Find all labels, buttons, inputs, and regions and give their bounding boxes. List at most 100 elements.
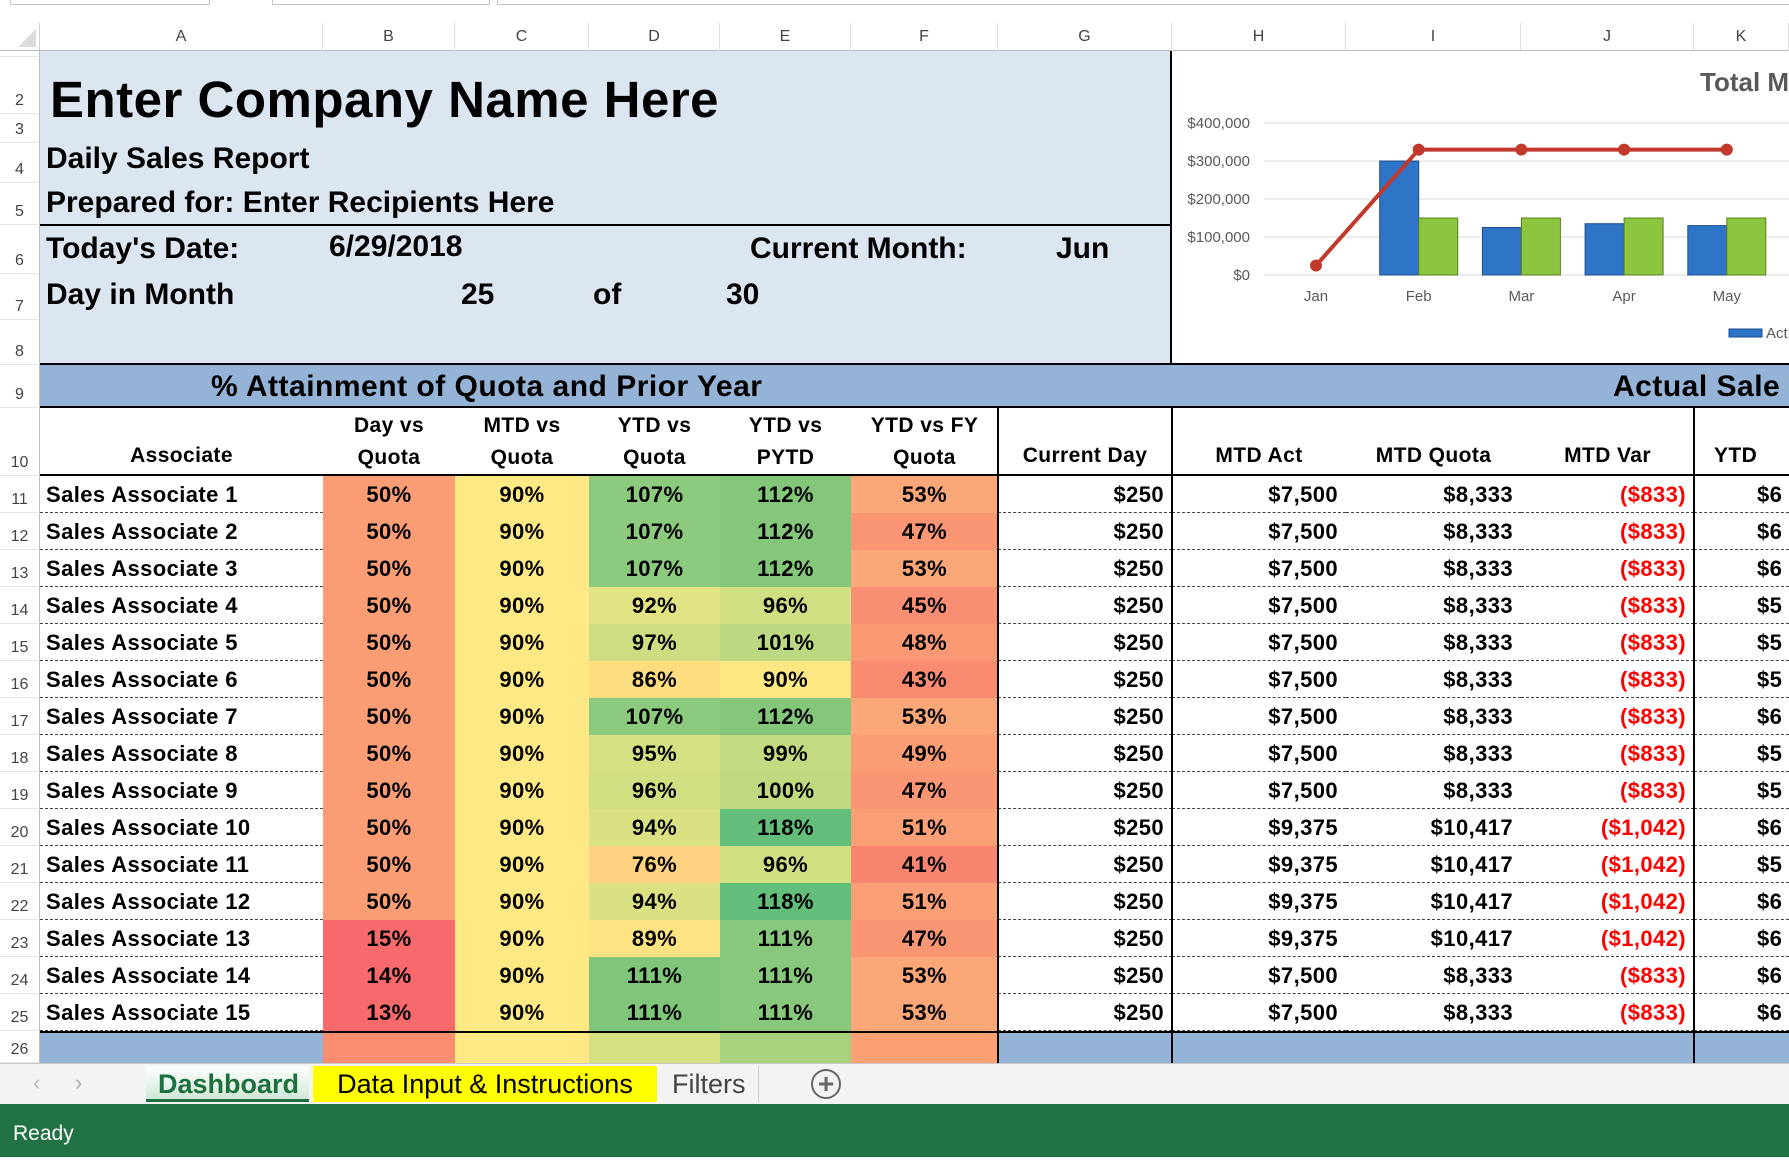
pct-cell[interactable]: 90% bbox=[455, 772, 589, 809]
column-header-e[interactable]: E bbox=[720, 23, 851, 51]
pct-cell[interactable]: 86% bbox=[589, 661, 720, 698]
pct-cell[interactable]: 50% bbox=[323, 698, 455, 735]
tab-filters[interactable]: Filters bbox=[660, 1066, 759, 1102]
column-header-k[interactable]: K bbox=[1694, 23, 1789, 51]
quota-cell[interactable]: $8,333 bbox=[1346, 994, 1521, 1031]
cur-cell[interactable]: $250 bbox=[998, 920, 1172, 957]
cur-cell[interactable]: $250 bbox=[998, 550, 1172, 587]
cur-cell[interactable]: $250 bbox=[998, 476, 1172, 513]
ytd-cell[interactable]: $6 bbox=[1694, 513, 1789, 550]
chart-area[interactable]: $0 $100,000 $200,000 $300,000 $400,000 Jan Feb… bbox=[1172, 51, 1789, 365]
act-cell[interactable]: $7,500 bbox=[1172, 957, 1346, 994]
var-cell[interactable]: ($1,042) bbox=[1521, 883, 1694, 920]
pct-cell[interactable]: 100% bbox=[720, 772, 851, 809]
quota-cell[interactable]: $8,333 bbox=[1346, 772, 1521, 809]
pct-cell[interactable]: 94% bbox=[589, 883, 720, 920]
pct-cell[interactable]: 47% bbox=[851, 920, 998, 957]
associate-name[interactable]: Sales Associate 15 bbox=[40, 994, 323, 1031]
date-value[interactable]: 6/29/2018 bbox=[329, 230, 462, 264]
act-cell[interactable]: $9,375 bbox=[1172, 846, 1346, 883]
pct-cell[interactable]: 90% bbox=[455, 661, 589, 698]
quota-cell[interactable]: $10,417 bbox=[1346, 846, 1521, 883]
pct-cell[interactable]: 53% bbox=[851, 698, 998, 735]
tab-dashboard[interactable]: Dashboard bbox=[146, 1066, 309, 1102]
row-header-6[interactable]: 6 bbox=[0, 225, 40, 274]
row-header-26[interactable]: 26 bbox=[0, 1031, 40, 1063]
pct-cell[interactable]: 50% bbox=[323, 846, 455, 883]
act-cell[interactable]: $7,500 bbox=[1172, 550, 1346, 587]
ytd-cell[interactable]: $5 bbox=[1694, 772, 1789, 809]
pct-cell[interactable]: 107% bbox=[589, 513, 720, 550]
pct-cell[interactable]: 111% bbox=[720, 994, 851, 1031]
pct-cell[interactable]: 94% bbox=[589, 809, 720, 846]
var-cell[interactable]: ($833) bbox=[1521, 772, 1694, 809]
pct-cell[interactable]: 90% bbox=[720, 661, 851, 698]
pct-cell[interactable]: 90% bbox=[455, 994, 589, 1031]
pct-cell[interactable]: 14% bbox=[323, 957, 455, 994]
act-cell[interactable]: $7,500 bbox=[1172, 587, 1346, 624]
column-header-f[interactable]: F bbox=[851, 23, 998, 51]
var-cell[interactable]: ($1,042) bbox=[1521, 846, 1694, 883]
var-cell[interactable]: ($833) bbox=[1521, 513, 1694, 550]
cur-cell[interactable]: $250 bbox=[998, 957, 1172, 994]
associate-name[interactable]: Sales Associate 9 bbox=[40, 772, 323, 809]
act-cell[interactable]: $7,500 bbox=[1172, 735, 1346, 772]
name-box[interactable] bbox=[10, 0, 210, 5]
ytd-cell[interactable]: $6 bbox=[1694, 809, 1789, 846]
pct-cell[interactable]: 50% bbox=[323, 883, 455, 920]
pct-cell[interactable]: 90% bbox=[455, 624, 589, 661]
pct-cell[interactable]: 13% bbox=[323, 994, 455, 1031]
row-header-2[interactable]: 2 bbox=[0, 57, 40, 114]
cur-cell[interactable]: $250 bbox=[998, 587, 1172, 624]
associate-name[interactable]: Sales Associate 13 bbox=[40, 920, 323, 957]
row-header-8[interactable]: 8 bbox=[0, 320, 40, 365]
column-header-d[interactable]: D bbox=[589, 23, 720, 51]
column-header-g[interactable]: G bbox=[998, 23, 1172, 51]
cur-cell[interactable]: $250 bbox=[998, 698, 1172, 735]
associate-name[interactable]: Sales Associate 6 bbox=[40, 661, 323, 698]
pct-cell[interactable]: 51% bbox=[851, 809, 998, 846]
associate-name[interactable]: Sales Associate 3 bbox=[40, 550, 323, 587]
formula-input-box[interactable] bbox=[272, 0, 490, 5]
act-cell[interactable]: $7,500 bbox=[1172, 624, 1346, 661]
pct-cell[interactable]: 90% bbox=[455, 476, 589, 513]
quota-cell[interactable]: $8,333 bbox=[1346, 476, 1521, 513]
pct-cell[interactable]: 92% bbox=[589, 587, 720, 624]
pct-cell[interactable]: 51% bbox=[851, 883, 998, 920]
associate-name[interactable]: Sales Associate 5 bbox=[40, 624, 323, 661]
column-header-b[interactable]: B bbox=[323, 23, 455, 51]
cur-cell[interactable]: $250 bbox=[998, 513, 1172, 550]
pct-cell[interactable]: 45% bbox=[851, 587, 998, 624]
pct-cell[interactable]: 41% bbox=[851, 846, 998, 883]
tab-data-input[interactable]: Data Input & Instructions bbox=[313, 1066, 657, 1102]
associate-name[interactable]: Sales Associate 10 bbox=[40, 809, 323, 846]
cur-cell[interactable]: $250 bbox=[998, 735, 1172, 772]
pct-cell[interactable]: 15% bbox=[323, 920, 455, 957]
column-header-j[interactable]: J bbox=[1521, 23, 1694, 51]
ytd-cell[interactable]: $5 bbox=[1694, 624, 1789, 661]
column-header-a[interactable]: A bbox=[40, 23, 323, 51]
quota-cell[interactable]: $8,333 bbox=[1346, 587, 1521, 624]
quota-cell[interactable]: $10,417 bbox=[1346, 809, 1521, 846]
scroll-left-icon[interactable]: ‹ bbox=[33, 1070, 40, 1096]
pct-cell[interactable]: 118% bbox=[720, 809, 851, 846]
associate-name[interactable]: Sales Associate 2 bbox=[40, 513, 323, 550]
var-cell[interactable]: ($833) bbox=[1521, 550, 1694, 587]
quota-cell[interactable]: $8,333 bbox=[1346, 735, 1521, 772]
pct-cell[interactable]: 50% bbox=[323, 513, 455, 550]
associate-name[interactable]: Sales Associate 11 bbox=[40, 846, 323, 883]
ytd-cell[interactable]: $5 bbox=[1694, 846, 1789, 883]
pct-cell[interactable]: 101% bbox=[720, 624, 851, 661]
month-value[interactable]: Jun bbox=[1056, 232, 1109, 266]
pct-cell[interactable]: 107% bbox=[589, 476, 720, 513]
pct-cell[interactable]: 90% bbox=[455, 957, 589, 994]
pct-cell[interactable]: 112% bbox=[720, 550, 851, 587]
ytd-cell[interactable]: $6 bbox=[1694, 476, 1789, 513]
pct-cell[interactable]: 90% bbox=[455, 883, 589, 920]
row-header-10[interactable]: 10 bbox=[0, 408, 40, 476]
var-cell[interactable]: ($833) bbox=[1521, 735, 1694, 772]
quota-cell[interactable]: $8,333 bbox=[1346, 957, 1521, 994]
pct-cell[interactable]: 53% bbox=[851, 550, 998, 587]
quota-cell[interactable]: $8,333 bbox=[1346, 624, 1521, 661]
pct-cell[interactable]: 90% bbox=[455, 587, 589, 624]
